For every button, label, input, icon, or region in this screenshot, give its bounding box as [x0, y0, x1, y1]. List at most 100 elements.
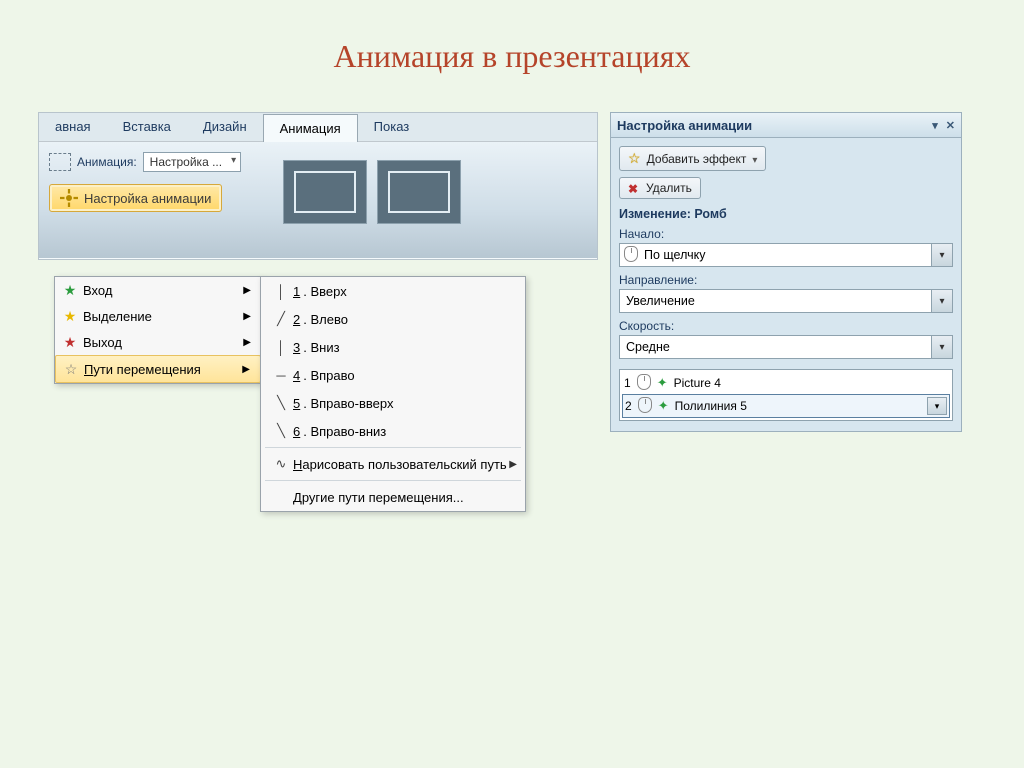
menu-item-label: Пути перемещения	[82, 362, 236, 377]
path-up-right[interactable]: ╲ 5. Вправо-вверх	[261, 389, 525, 417]
animation-dropdown[interactable]: Настройка ...	[143, 152, 241, 172]
path-right[interactable]: ─ 4. Вправо	[261, 361, 525, 389]
item-name: Picture 4	[674, 376, 721, 390]
menu-item-label: Выделение	[81, 309, 237, 324]
path-icon: │	[269, 340, 293, 355]
transition-thumb[interactable]	[283, 160, 367, 224]
menu-emphasis[interactable]: ★ Выделение ▶	[55, 303, 261, 329]
animation-list: 1 ✦ Picture 4 2 ✦ Полилиния 5 ▾	[619, 369, 953, 421]
tab-insert[interactable]: Вставка	[107, 113, 187, 141]
menu-item-label: Выход	[81, 335, 237, 350]
list-item[interactable]: 2 ✦ Полилиния 5 ▾	[622, 394, 950, 418]
direction-combo[interactable]: Увеличение ▾	[619, 289, 953, 313]
direction-label: Направление:	[619, 273, 953, 287]
menu-label: Вправо	[310, 368, 354, 383]
menu-label: Нарисовать пользовательский путь	[293, 457, 507, 472]
path-up[interactable]: │ 1. Вверх	[261, 277, 525, 305]
mouse-icon	[620, 246, 638, 265]
separator	[265, 447, 521, 448]
star-icon: ☆	[60, 361, 82, 378]
direction-value: Увеличение	[620, 294, 931, 308]
speed-combo[interactable]: Средне ▾	[619, 335, 953, 359]
remove-label: Удалить	[646, 181, 692, 195]
mouse-icon	[637, 374, 651, 393]
tab-animation[interactable]: Анимация	[263, 114, 358, 142]
pane-menu-icon[interactable]: ▾	[932, 119, 938, 132]
close-icon[interactable]: ✕	[946, 119, 955, 132]
motion-path-submenu: │ 1. Вверх ╱ 2. Влево │ 3. Вниз ─ 4. Впр…	[260, 276, 526, 512]
ribbon-tabs: авная Вставка Дизайн Анимация Показ	[39, 113, 597, 142]
menu-num: 2	[293, 312, 303, 327]
menu-num: 6	[293, 424, 303, 439]
tab-design[interactable]: Дизайн	[187, 113, 263, 141]
menu-label: Вправо-вниз	[310, 424, 386, 439]
pane-title-bar: Настройка анимации ▾ ✕	[611, 113, 961, 138]
remove-button[interactable]: ✖ Удалить	[619, 177, 701, 199]
start-combo[interactable]: По щелчку ▾	[619, 243, 953, 267]
star-icon: ★	[59, 308, 81, 325]
path-icon: ╲	[269, 423, 293, 439]
item-dropdown[interactable]: ▾	[927, 397, 947, 415]
separator	[265, 480, 521, 481]
path-down[interactable]: │ 3. Вниз	[261, 333, 525, 361]
path-icon: ∿	[269, 456, 293, 472]
menu-item-label: Вход	[81, 283, 237, 298]
menu-num: 3	[293, 340, 303, 355]
menu-num: 4	[293, 368, 303, 383]
menu-num: 1	[293, 284, 303, 299]
path-more[interactable]: Другие пути перемещения...	[261, 483, 525, 511]
star-icon: ★	[59, 282, 81, 299]
slide-title: Анимация в презентациях	[0, 38, 1024, 75]
speed-value: Средне	[620, 340, 931, 354]
menu-entrance[interactable]: ★ Вход ▶	[55, 277, 261, 303]
list-item[interactable]: 1 ✦ Picture 4	[622, 372, 950, 394]
star-icon: ✦	[657, 375, 668, 391]
path-custom[interactable]: ∿ Нарисовать пользовательский путь ▶	[261, 450, 525, 478]
menu-motion-paths[interactable]: ☆ Пути перемещения ▶	[55, 355, 261, 383]
chevron-down-icon[interactable]: ▾	[931, 290, 952, 312]
speed-label: Скорость:	[619, 319, 953, 333]
animation-settings-button[interactable]: Настройка анимации	[49, 184, 222, 212]
item-name: Полилиния 5	[675, 399, 747, 413]
menu-exit[interactable]: ★ Выход ▶	[55, 329, 261, 355]
submenu-arrow-icon: ▶	[236, 364, 256, 375]
path-icon: │	[269, 284, 293, 299]
tab-home[interactable]: авная	[39, 113, 107, 141]
animation-pane: Настройка анимации ▾ ✕ ☆ Добавить эффект…	[610, 112, 962, 432]
menu-label: Вверх	[310, 284, 346, 299]
tab-slideshow[interactable]: Показ	[358, 113, 426, 141]
path-icon: ╲	[269, 395, 293, 411]
star-icon: ✦	[658, 398, 669, 414]
transition-thumb[interactable]	[377, 160, 461, 224]
path-left[interactable]: ╱ 2. Влево	[261, 305, 525, 333]
path-icon: ─	[269, 368, 293, 383]
start-label: Начало:	[619, 227, 953, 241]
menu-label: Вниз	[310, 340, 339, 355]
gear-icon	[60, 189, 78, 207]
transition-thumbnails	[283, 160, 461, 224]
add-effect-button[interactable]: ☆ Добавить эффект	[619, 146, 766, 171]
ribbon-body: Анимация: Настройка ... Настройка анимац…	[39, 142, 597, 258]
chevron-down-icon[interactable]: ▾	[931, 336, 952, 358]
pane-title: Настройка анимации	[617, 118, 752, 133]
path-icon: ╱	[269, 311, 293, 327]
submenu-arrow-icon: ▶	[237, 311, 257, 322]
menu-num: 5	[293, 396, 303, 411]
submenu-arrow-icon: ▶	[237, 285, 257, 296]
menu-label: Влево	[310, 312, 347, 327]
submenu-arrow-icon: ▶	[237, 337, 257, 348]
animation-label: Анимация:	[77, 155, 137, 169]
effect-category-menu: ★ Вход ▶ ★ Выделение ▶ ★ Выход ▶ ☆ Пути …	[54, 276, 262, 384]
change-label: Изменение: Ромб	[619, 207, 953, 221]
order-number: 1	[624, 376, 631, 390]
path-down-right[interactable]: ╲ 6. Вправо-вниз	[261, 417, 525, 445]
chevron-down-icon[interactable]: ▾	[931, 244, 952, 266]
add-effect-label: Добавить эффект	[647, 152, 747, 166]
animation-preview-icon	[49, 153, 71, 171]
menu-label: Вправо-вверх	[310, 396, 393, 411]
submenu-arrow-icon: ▶	[509, 459, 517, 470]
order-number: 2	[625, 399, 632, 413]
mouse-icon	[638, 397, 652, 416]
chevron-down-icon	[752, 152, 757, 166]
animation-settings-label: Настройка анимации	[84, 191, 211, 206]
